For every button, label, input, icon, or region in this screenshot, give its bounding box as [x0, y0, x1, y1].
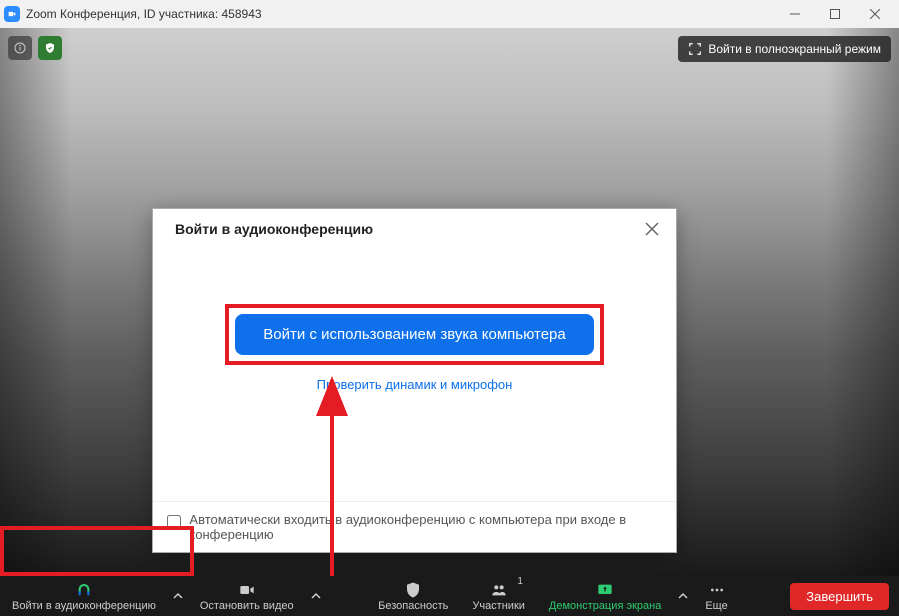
toolbar-label: Войти в аудиоконференцию — [12, 600, 156, 612]
toolbar-label: Участники — [472, 600, 525, 612]
chevron-up-icon — [173, 591, 183, 601]
audio-dialog: Войти в аудиоконференцию Войти с использ… — [152, 208, 677, 553]
toolbar-label: Демонстрация экрана — [549, 600, 661, 612]
info-icon[interactable] — [8, 36, 32, 60]
window-title: Zoom Конференция, ID участника: 458943 — [26, 7, 262, 21]
toolbar-label: Безопасность — [378, 600, 448, 612]
chevron-up-icon — [678, 591, 688, 601]
audio-options-chevron[interactable] — [168, 576, 188, 616]
minimize-button[interactable] — [775, 0, 815, 28]
toolbar-label: Еще — [705, 600, 727, 612]
close-icon — [645, 222, 659, 236]
share-options-chevron[interactable] — [673, 576, 693, 616]
close-window-button[interactable] — [855, 0, 895, 28]
join-computer-audio-button[interactable]: Войти с использованием звука компьютера — [235, 314, 593, 355]
annotation-highlight: Войти с использованием звука компьютера — [225, 304, 603, 365]
audio-button[interactable]: Войти в аудиоконференцию — [0, 576, 168, 616]
participants-count: 1 — [517, 576, 523, 587]
share-screen-icon — [595, 581, 615, 599]
video-button[interactable]: Остановить видео — [188, 576, 306, 616]
headphones-icon — [74, 581, 94, 599]
dialog-title: Войти в аудиоконференцию — [175, 221, 373, 237]
toolbar-label: Остановить видео — [200, 600, 294, 612]
video-icon — [237, 581, 257, 599]
titlebar: Zoom Конференция, ID участника: 458943 — [0, 0, 899, 28]
chevron-up-icon — [311, 591, 321, 601]
end-meeting-button[interactable]: Завершить — [790, 583, 889, 610]
video-options-chevron[interactable] — [306, 576, 326, 616]
encryption-shield-icon[interactable] — [38, 36, 62, 60]
shield-icon — [404, 581, 422, 599]
fullscreen-label: Войти в полноэкранный режим — [708, 42, 881, 56]
participants-button[interactable]: 1 Участники — [460, 576, 537, 616]
video-area: Войти в полноэкранный режим Войти в ауди… — [0, 28, 899, 576]
maximize-button[interactable] — [815, 0, 855, 28]
auto-join-checkbox[interactable] — [167, 514, 181, 530]
auto-join-label: Автоматически входить в аудиоконференцию… — [189, 512, 662, 542]
more-icon — [707, 581, 727, 599]
fullscreen-button[interactable]: Войти в полноэкранный режим — [678, 36, 891, 62]
toolbar: Войти в аудиоконференцию Остановить виде… — [0, 576, 899, 616]
zoom-logo-icon — [4, 6, 20, 22]
share-screen-button[interactable]: Демонстрация экрана — [537, 576, 673, 616]
dialog-header: Войти в аудиоконференцию — [153, 209, 676, 249]
fullscreen-icon — [688, 42, 702, 56]
participants-icon — [488, 581, 510, 599]
dialog-close-button[interactable] — [642, 219, 662, 239]
more-button[interactable]: Еще — [693, 576, 739, 616]
security-button[interactable]: Безопасность — [366, 576, 460, 616]
test-speaker-mic-link[interactable]: Проверить динамик и микрофон — [173, 377, 656, 392]
